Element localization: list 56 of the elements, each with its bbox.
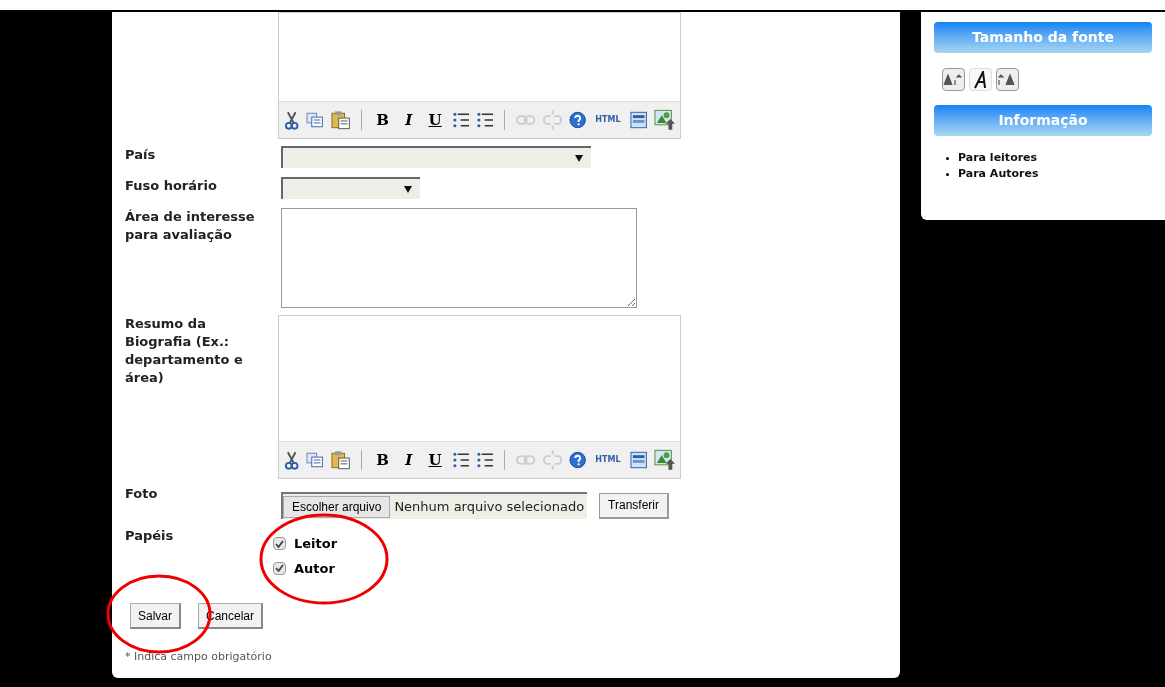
bullet-list-icon[interactable] xyxy=(451,451,470,469)
role-label: Autor xyxy=(294,559,335,578)
clipboard-icon[interactable] xyxy=(330,450,350,470)
underline-button[interactable]: U xyxy=(425,108,445,132)
scissors-icon[interactable] xyxy=(284,450,300,470)
copy-icon[interactable] xyxy=(306,452,324,468)
field-label: Papéis xyxy=(125,527,175,545)
choose-file-button[interactable]: Escolher arquivo xyxy=(283,495,391,518)
numbered-list-icon[interactable] xyxy=(476,111,494,129)
window-icon[interactable] xyxy=(629,111,647,129)
field-label: Fuso horário xyxy=(125,177,218,195)
checkbox[interactable] xyxy=(273,537,286,551)
bold-button[interactable]: B xyxy=(373,108,393,132)
scissors-icon[interactable] xyxy=(284,110,300,130)
italic-button[interactable]: I xyxy=(399,108,419,132)
bullet-list-icon[interactable] xyxy=(451,111,470,129)
html-button[interactable]: HTML xyxy=(593,108,623,132)
bold-button[interactable]: B xyxy=(373,448,393,472)
copy-icon[interactable] xyxy=(306,112,324,128)
normal-font-icon[interactable] xyxy=(969,68,992,91)
underline-button[interactable]: U xyxy=(425,448,445,472)
info-header: Informação xyxy=(934,105,1152,136)
image-icon[interactable] xyxy=(653,109,676,131)
field-label: Área de interesse para avaliação xyxy=(125,208,256,244)
clipboard-icon[interactable] xyxy=(330,110,350,130)
info-link[interactable]: Para Autores xyxy=(958,166,1039,182)
save-button[interactable]: Salvar xyxy=(130,603,181,629)
field-label: País xyxy=(125,146,157,164)
info-link[interactable]: Para leitores xyxy=(958,150,1038,166)
checkbox[interactable] xyxy=(273,561,286,575)
window-icon[interactable] xyxy=(629,451,647,469)
numbered-list-icon[interactable] xyxy=(476,451,494,469)
timezone-select[interactable] xyxy=(281,177,420,199)
upload-button[interactable]: Transferir xyxy=(599,492,669,519)
role-label: Leitor xyxy=(294,535,338,553)
rich-text-editor[interactable]: B I U HTML xyxy=(278,315,681,479)
font-size-header: Tamanho da fonte xyxy=(934,22,1152,53)
increase-font-icon[interactable] xyxy=(996,68,1019,91)
required-note: * Indica campo obrigatório xyxy=(125,649,273,665)
file-status: Nenhum arquivo selecionado xyxy=(394,497,585,516)
bullet-icon xyxy=(946,172,949,176)
rich-text-editor[interactable]: B I U HTML xyxy=(278,12,681,139)
image-icon[interactable] xyxy=(653,449,676,471)
help-icon[interactable] xyxy=(568,451,587,469)
field-label: Foto xyxy=(125,485,159,503)
country-select[interactable] xyxy=(281,146,591,168)
decrease-font-icon[interactable] xyxy=(942,68,965,91)
italic-button[interactable]: I xyxy=(399,448,419,472)
help-icon[interactable] xyxy=(568,111,587,129)
interest-textarea[interactable] xyxy=(281,208,637,308)
field-label: Resumo da Biografia (Ex.: departamento e área) xyxy=(125,315,244,387)
bullet-icon xyxy=(946,156,949,160)
dropdown-arrow-icon xyxy=(575,154,583,162)
html-button[interactable]: HTML xyxy=(593,448,623,472)
dropdown-arrow-icon xyxy=(404,185,412,193)
file-input[interactable]: Escolher arquivo Nenhum arquivo selecionado xyxy=(281,492,588,519)
